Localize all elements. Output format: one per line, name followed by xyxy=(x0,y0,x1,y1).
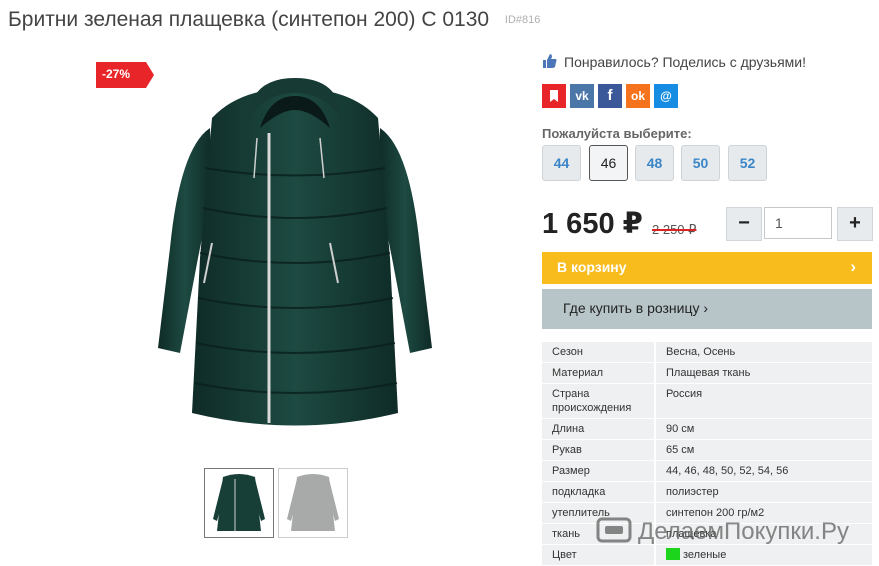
old-price: 2 250 ₽ xyxy=(652,222,697,237)
size-option-48[interactable]: 48 xyxy=(635,145,674,181)
size-option-46[interactable]: 46 xyxy=(589,145,628,181)
spec-value-text: зеленые xyxy=(683,549,727,561)
coat-image xyxy=(158,78,432,426)
size-selector-label: Пожалуйста выберите: xyxy=(542,126,692,141)
specs-row: подкладка полиэстер xyxy=(542,482,872,502)
spec-key: Размер xyxy=(542,461,654,481)
thumbnail-green[interactable] xyxy=(204,468,274,538)
thumbs-up-icon xyxy=(543,54,557,68)
spec-key: подкладка xyxy=(542,482,654,502)
moimir-icon[interactable]: @ xyxy=(654,84,678,108)
where-to-buy-button[interactable]: Где купить в розницу › xyxy=(542,289,872,329)
size-option-52[interactable]: 52 xyxy=(728,145,767,181)
thumbnail-grey[interactable] xyxy=(278,468,348,538)
quantity-input[interactable] xyxy=(764,207,832,239)
product-title-text: Бритни зеленая плащевка (синтепон 200) С… xyxy=(8,8,490,31)
spec-value: 44, 46, 48, 50, 52, 54, 56 xyxy=(654,461,872,481)
specs-row: Длина 90 см xyxy=(542,419,872,439)
spec-value: Россия xyxy=(654,384,872,418)
current-price: 1 650 ₽ xyxy=(542,208,643,240)
spec-value: 65 см xyxy=(654,440,872,460)
spec-value: 90 см xyxy=(654,419,872,439)
bookmark-glyph-icon xyxy=(550,90,558,102)
watermark-text: ДелаемПокупки.Ру xyxy=(638,518,849,545)
bookmark-icon[interactable] xyxy=(542,84,566,108)
product-title: Бритни зеленая плащевка (синтепон 200) С… xyxy=(8,8,540,32)
product-main-image[interactable] xyxy=(150,58,440,438)
add-to-cart-button[interactable]: В корзину › xyxy=(542,252,872,284)
color-swatch xyxy=(666,548,680,560)
size-option-50[interactable]: 50 xyxy=(681,145,720,181)
spec-key: Страна происхождения xyxy=(542,384,654,418)
specs-row: Размер 44, 46, 48, 50, 52, 54, 56 xyxy=(542,461,872,481)
discount-badge: -27% xyxy=(96,62,154,88)
spec-value: Весна, Осень xyxy=(654,342,872,362)
product-id: ID#816 xyxy=(504,14,541,27)
spec-value: Плащевая ткань xyxy=(654,363,872,383)
specs-row: Сезон Весна, Осень xyxy=(542,342,872,362)
share-text: Понравилось? Поделись с друзьями! xyxy=(564,54,807,70)
watermark: ДелаемПокупки.Ру xyxy=(596,516,849,546)
specs-row: Материал Плащевая ткань xyxy=(542,363,872,383)
facebook-icon[interactable]: f xyxy=(598,84,622,108)
spec-value: зеленые xyxy=(654,545,872,565)
add-to-cart-label: В корзину xyxy=(557,259,627,275)
spec-value: полиэстер xyxy=(654,482,872,502)
vk-icon[interactable]: vk xyxy=(570,84,594,108)
specs-row: Рукав 65 см xyxy=(542,440,872,460)
discount-badge-text: -27% xyxy=(102,67,131,81)
spec-key: Цвет xyxy=(542,545,654,565)
quantity-increase-button[interactable]: + xyxy=(837,207,873,241)
chevron-right-icon: › xyxy=(850,257,856,276)
specs-row: Цвет зеленые xyxy=(542,545,872,565)
spec-key: Сезон xyxy=(542,342,654,362)
odnoklassniki-icon[interactable]: ok xyxy=(626,84,650,108)
watermark-logo-icon xyxy=(596,517,632,543)
share-prompt: Понравилось? Поделись с друзьями! xyxy=(542,53,806,70)
green-coat-thumb-icon xyxy=(213,474,265,531)
grey-coat-thumb-icon xyxy=(287,474,339,531)
quantity-decrease-button[interactable]: − xyxy=(726,207,762,241)
specs-row: Страна происхождения Россия xyxy=(542,384,872,418)
spec-key: Материал xyxy=(542,363,654,383)
size-option-44[interactable]: 44 xyxy=(542,145,581,181)
spec-key: Рукав xyxy=(542,440,654,460)
spec-key: Длина xyxy=(542,419,654,439)
